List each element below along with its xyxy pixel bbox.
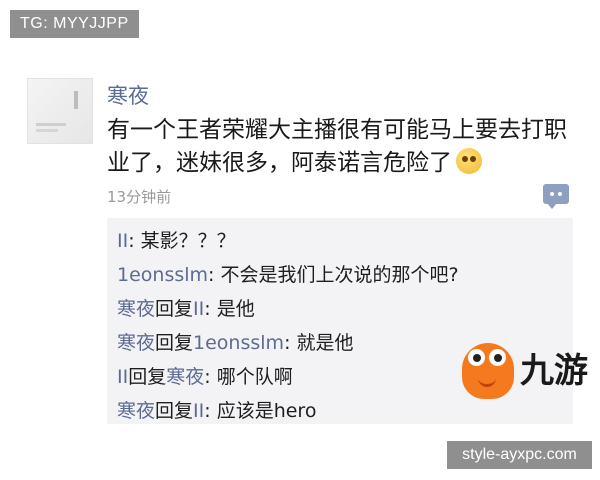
reply-word: 回复	[128, 366, 167, 388]
smile-emoji-icon	[456, 148, 482, 174]
post-body: 有一个王者荣耀大主播很有可能马上要去打职业了，迷妹很多，阿泰诺言危险了	[107, 117, 567, 176]
mascot-eye	[489, 349, 506, 366]
logo-text: 九游	[520, 351, 588, 391]
comment-dot	[550, 192, 554, 196]
reply-word: 回复	[155, 298, 194, 320]
reply-target[interactable]: 寒夜	[166, 366, 204, 388]
comment-text: 是他	[216, 298, 255, 320]
comment-text: 不会是我们上次说的那个吧?	[220, 264, 459, 286]
post-text: 有一个王者荣耀大主播很有可能马上要去打职业了，迷妹很多，阿泰诺言危险了	[107, 114, 587, 180]
comment-row[interactable]: 寒夜回复1eonsslm: 就是他	[117, 328, 354, 355]
mascot-mouth	[478, 375, 496, 387]
comment-author[interactable]: 寒夜	[117, 298, 155, 320]
comment-colon: :	[204, 298, 217, 320]
reply-target[interactable]: II	[193, 298, 204, 320]
reply-target[interactable]: 1eonsslm	[193, 332, 284, 354]
comment-colon: :	[128, 230, 141, 252]
comment-bubble-icon[interactable]	[543, 184, 569, 209]
comment-row[interactable]: II: 某影？？？	[117, 226, 236, 253]
reply-target[interactable]: II	[193, 400, 204, 422]
reply-word: 回复	[155, 400, 194, 422]
comment-row[interactable]: 寒夜回复II: 应该是hero	[117, 396, 316, 423]
comment-row[interactable]: 寒夜回复II: 是他	[117, 294, 255, 321]
post-author-name[interactable]: 寒夜	[107, 80, 149, 110]
mascot-eye	[468, 349, 485, 366]
comment-author[interactable]: II	[117, 366, 128, 388]
comment-row[interactable]: II回复寒夜: 哪个队啊	[117, 362, 293, 389]
moments-post-screenshot: TG: MYYJJPP 寒夜 有一个王者荣耀大主播很有可能马上要去打职业了，迷妹…	[0, 0, 600, 480]
comment-text: 哪个队啊	[216, 366, 293, 388]
comment-author[interactable]: 寒夜	[117, 400, 155, 422]
comment-author[interactable]: II	[117, 230, 128, 252]
mascot-pupil	[494, 354, 502, 362]
mascot-pupil	[473, 354, 481, 362]
avatar-detail	[74, 91, 78, 109]
comment-dot	[558, 192, 562, 196]
avatar-detail	[36, 129, 58, 132]
comment-author[interactable]: 寒夜	[117, 332, 155, 354]
jiuyou-mascot-icon	[462, 343, 514, 399]
comment-row[interactable]: 1eonsslm: 不会是我们上次说的那个吧?	[117, 260, 459, 287]
comment-text: 某影？？？	[140, 230, 236, 252]
comment-colon: :	[204, 366, 217, 388]
watermark-top: TG: MYYJJPP	[10, 10, 139, 38]
comment-colon: :	[204, 400, 217, 422]
watermark-bottom: style-ayxpc.com	[447, 441, 592, 469]
post-timestamp: 13分钟前	[107, 188, 172, 206]
comment-colon: :	[284, 332, 297, 354]
comment-tail	[547, 203, 557, 209]
avatar[interactable]	[27, 78, 93, 144]
comment-text: 就是他	[296, 332, 354, 354]
avatar-detail	[36, 123, 66, 126]
reply-word: 回复	[155, 332, 194, 354]
comment-author[interactable]: 1eonsslm	[117, 264, 208, 286]
jiuyou-logo: 九游	[462, 343, 592, 403]
comment-text: 应该是hero	[216, 400, 317, 422]
comment-colon: :	[208, 264, 221, 286]
